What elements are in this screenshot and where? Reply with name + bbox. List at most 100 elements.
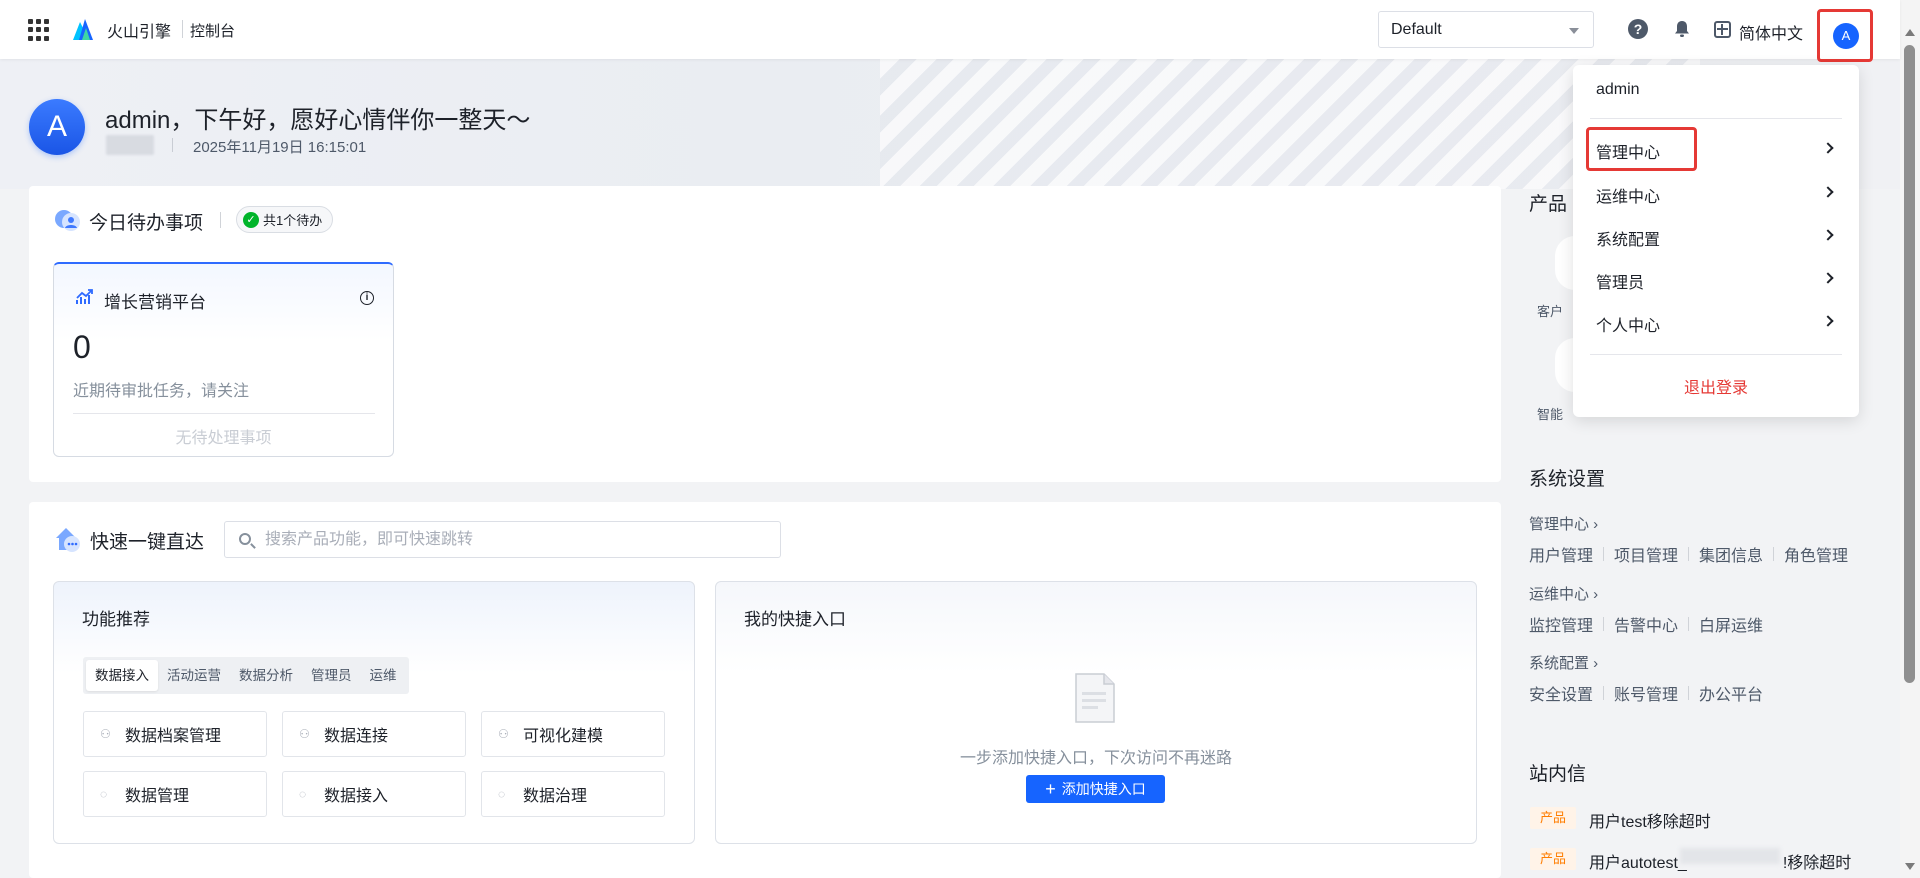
greeting-text: admin，下午好，愿好心情伴你一整天～ bbox=[105, 107, 531, 134]
menu-item-label: 系统配置 bbox=[1596, 232, 1661, 249]
function-item[interactable]: ◌ 数据接入 bbox=[282, 771, 466, 817]
link-monitoring[interactable]: 监控管理 bbox=[1529, 612, 1593, 636]
todo-count-badge: ✓ 共1个待办 bbox=[236, 206, 334, 233]
environment-value: Default bbox=[1391, 21, 1442, 38]
add-shortcut-button[interactable]: + 添加快捷入口 bbox=[1026, 775, 1165, 803]
trend-chart-icon bbox=[76, 289, 93, 304]
loading-icon: ◌ bbox=[100, 787, 108, 801]
inbox-title: 站内信 bbox=[1529, 764, 1587, 785]
menu-item-system-config[interactable]: 系统配置 bbox=[1590, 217, 1842, 255]
chevron-right-icon bbox=[1822, 315, 1834, 327]
language-icon[interactable] bbox=[1714, 21, 1731, 38]
bell-icon[interactable] bbox=[1672, 19, 1692, 39]
function-item[interactable]: ◌ 数据管理 bbox=[83, 771, 267, 817]
logout-button[interactable]: 退出登录 bbox=[1573, 374, 1859, 398]
function-item[interactable]: ⚇ 数据连接 bbox=[282, 711, 466, 757]
highlight-box bbox=[1586, 127, 1697, 171]
info-icon[interactable]: i bbox=[360, 291, 374, 305]
console-label[interactable]: 控制台 bbox=[190, 20, 235, 41]
menu-item-label: 个人中心 bbox=[1596, 318, 1661, 335]
link-role-management[interactable]: 角色管理 bbox=[1784, 542, 1848, 566]
shortcuts-empty-text: 一步添加快捷入口，下次访问不再迷路 bbox=[959, 750, 1232, 767]
tab-ops[interactable]: 运维 bbox=[361, 660, 406, 691]
todo-icon bbox=[55, 210, 80, 231]
brand-name[interactable]: 火山引擎 bbox=[107, 18, 171, 42]
product-label[interactable]: 客户 bbox=[1537, 301, 1563, 320]
function-item-label: 数据治理 bbox=[523, 788, 588, 805]
tab-data-analysis[interactable]: 数据分析 bbox=[230, 660, 302, 691]
recommended-functions-title: 功能推荐 bbox=[82, 610, 150, 629]
function-item-label: 数据管理 bbox=[125, 788, 190, 805]
link-whitescreen-ops[interactable]: 白屏运维 bbox=[1699, 612, 1763, 636]
group-title: 系统配置 bbox=[1529, 655, 1590, 672]
scrollbar-thumb[interactable] bbox=[1904, 45, 1915, 683]
chevron-down-icon bbox=[1569, 28, 1579, 34]
top-bar: 火山引擎 控制台 Default ? 简体中文 A bbox=[0, 0, 1900, 62]
ops-center-links: 监控管理 告警中心 白屏运维 bbox=[1529, 612, 1763, 636]
link-account-management[interactable]: 账号管理 bbox=[1614, 681, 1678, 705]
product-search[interactable] bbox=[224, 521, 781, 558]
function-item[interactable]: ◌ 数据治理 bbox=[481, 771, 665, 817]
system-config-links: 安全设置 账号管理 办公平台 bbox=[1529, 681, 1763, 705]
user-avatar-button[interactable]: A bbox=[1817, 9, 1873, 62]
group-title: 管理中心 bbox=[1529, 516, 1590, 533]
brand-divider bbox=[182, 20, 183, 38]
chevron-right-icon bbox=[1822, 229, 1834, 241]
system-settings-title: 系统设置 bbox=[1529, 469, 1606, 490]
link-user-management[interactable]: 用户管理 bbox=[1529, 542, 1593, 566]
menu-item-administrator[interactable]: 管理员 bbox=[1590, 260, 1842, 298]
greeting-divider bbox=[172, 138, 173, 152]
function-item-label: 可视化建模 bbox=[523, 728, 604, 745]
product-label[interactable]: 智能 bbox=[1537, 404, 1563, 423]
users-icon: ⚇ bbox=[100, 727, 111, 741]
empty-document-icon bbox=[1075, 673, 1115, 723]
app-grid-icon[interactable] bbox=[28, 19, 50, 41]
link-office-platform[interactable]: 办公平台 bbox=[1699, 681, 1763, 705]
volcano-logo-icon[interactable] bbox=[70, 16, 96, 42]
function-item[interactable]: ⚇ 数据档案管理 bbox=[83, 711, 267, 757]
link-alert-center[interactable]: 告警中心 bbox=[1614, 612, 1678, 636]
rocket-house-icon bbox=[56, 528, 80, 552]
welcome-avatar: A bbox=[29, 99, 85, 155]
users-icon: ⚇ bbox=[299, 727, 310, 741]
message-item[interactable]: 用户test移除超时 bbox=[1589, 808, 1711, 832]
group-ops-center[interactable]: 运维中心 › bbox=[1529, 583, 1598, 604]
message-tag: 产品 bbox=[1530, 848, 1576, 870]
message-tag: 产品 bbox=[1530, 807, 1576, 829]
menu-item-label: 运维中心 bbox=[1596, 189, 1661, 206]
chevron-right-icon bbox=[1822, 142, 1834, 154]
group-system-config[interactable]: 系统配置 › bbox=[1529, 652, 1598, 673]
menu-username: admin bbox=[1596, 81, 1640, 98]
redacted-field bbox=[106, 135, 154, 155]
link-project-management[interactable]: 项目管理 bbox=[1614, 542, 1678, 566]
scroll-up-arrow-icon[interactable] bbox=[1905, 29, 1915, 36]
function-item-label: 数据连接 bbox=[324, 728, 389, 745]
link-security-settings[interactable]: 安全设置 bbox=[1529, 681, 1593, 705]
environment-select[interactable]: Default bbox=[1378, 11, 1594, 48]
products-title: 产品 bbox=[1529, 194, 1568, 215]
tab-campaign-ops[interactable]: 活动运营 bbox=[158, 660, 230, 691]
language-switch[interactable]: 简体中文 bbox=[1739, 20, 1803, 44]
menu-item-personal-center[interactable]: 个人中心 bbox=[1590, 303, 1842, 341]
function-tabs: 数据接入 活动运营 数据分析 管理员 运维 bbox=[83, 657, 409, 694]
message-text: 用户test移除超时 bbox=[1589, 814, 1711, 831]
function-item[interactable]: ⚇ 可视化建模 bbox=[481, 711, 665, 757]
todo-count-text: 共1个待办 bbox=[263, 213, 323, 228]
menu-item-ops-center[interactable]: 运维中心 bbox=[1590, 174, 1842, 212]
message-text-suffix: !移除超时 bbox=[1782, 855, 1852, 872]
help-icon[interactable]: ? bbox=[1628, 19, 1648, 39]
avatar: A bbox=[1833, 23, 1859, 49]
tab-data-ingestion[interactable]: 数据接入 bbox=[86, 660, 158, 691]
search-icon bbox=[239, 533, 251, 545]
group-admin-center[interactable]: 管理中心 › bbox=[1529, 513, 1598, 534]
loading-icon: ◌ bbox=[299, 787, 307, 801]
empty-todo-text: 无待处理事项 bbox=[175, 430, 272, 447]
scroll-down-arrow-icon[interactable] bbox=[1905, 863, 1915, 870]
users-icon: ⚇ bbox=[498, 727, 509, 741]
tab-admin[interactable]: 管理员 bbox=[302, 660, 361, 691]
chevron-right-icon bbox=[1822, 272, 1834, 284]
link-group-info[interactable]: 集团信息 bbox=[1699, 542, 1763, 566]
menu-divider bbox=[1590, 354, 1842, 355]
my-shortcuts-title: 我的快捷入口 bbox=[744, 610, 846, 629]
search-input[interactable] bbox=[265, 528, 765, 552]
